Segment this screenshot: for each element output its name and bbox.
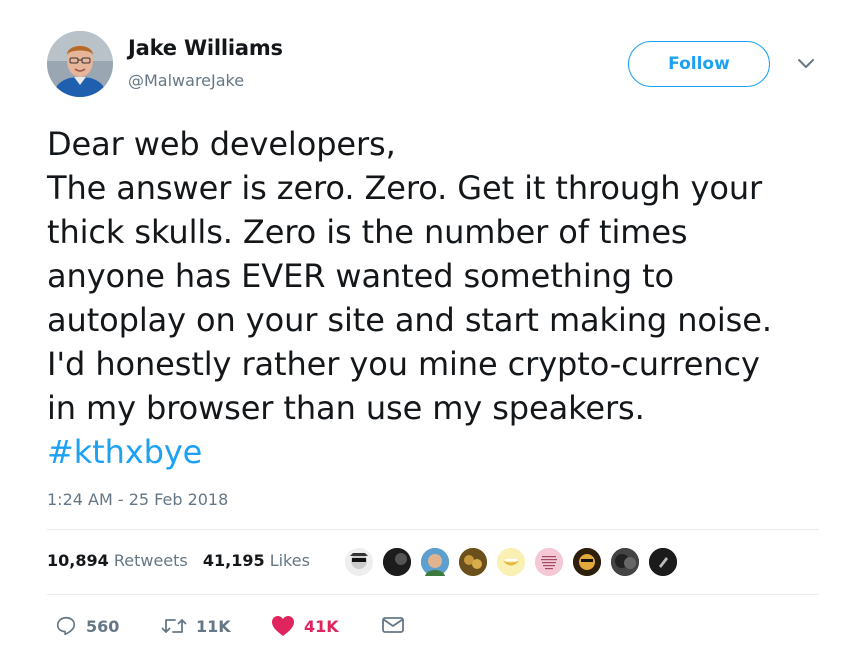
liker-avatar-7-icon [573,548,601,576]
tweet-text: Dear web developers, The answer is zero.… [47,122,847,474]
retweet-icon [161,619,187,633]
divider [47,594,819,595]
liker-avatar[interactable] [647,546,679,578]
likes-count: 41,195 [202,551,265,570]
user-handle[interactable]: @MalwareJake [128,71,244,90]
liker-avatar-1-icon [345,548,373,576]
liker-avatar-6-icon [535,548,563,576]
liker-avatar[interactable] [495,546,527,578]
tweet-timestamp[interactable]: 1:24 AM - 25 Feb 2018 [47,490,228,509]
liker-avatar-8-icon [611,548,639,576]
retweet-count: 11K [196,616,231,636]
profile-photo-icon [47,31,113,97]
liker-avatar-5-icon [497,548,525,576]
envelope-icon [382,617,404,633]
tweet-line: I'd honestly rather you mine crypto-curr… [47,345,760,383]
reply-count: 560 [86,616,120,636]
retweets-count: 10,894 [47,551,109,570]
like-count: 41K [304,616,339,636]
liker-avatar[interactable] [457,546,489,578]
tweet-line: Dear web developers, [47,125,396,163]
liker-avatar-2-icon [383,548,411,576]
retweets-stat[interactable]: 10,894 Retweets [47,551,188,570]
user-name[interactable]: Jake Williams [128,36,283,60]
tweet-line: The answer is zero. Zero. Get it through… [47,169,763,207]
liker-avatar-4-icon [459,548,487,576]
likes-label: Likes [269,551,310,570]
reply-button[interactable]: 560 [55,615,119,637]
liker-avatar-3-icon [421,548,449,576]
liker-avatar[interactable] [381,546,413,578]
divider [47,529,819,530]
tweet-line: thick skulls. Zero is the number of time… [47,213,688,251]
liker-avatar[interactable] [533,546,565,578]
tweet-stats: 10,894 Retweets 41,195 Likes [47,551,320,570]
chevron-down-icon[interactable] [796,56,816,70]
liker-avatar[interactable] [419,546,451,578]
direct-message-button[interactable] [381,615,405,635]
avatar[interactable] [47,31,113,97]
follow-button[interactable]: Follow [628,41,770,87]
tweet-line: in my browser than use my speakers. [47,389,645,427]
heart-icon [272,616,294,636]
hashtag-link[interactable]: #kthxbye [47,430,847,474]
likes-stat[interactable]: 41,195 Likes [203,551,310,570]
reply-icon [56,616,76,636]
tweet-line: autoplay on your site and start making n… [47,301,772,339]
retweet-button[interactable]: 11K [161,615,231,637]
retweets-label: Retweets [113,551,188,570]
liker-avatar-9-icon [649,548,677,576]
like-button[interactable]: 41K [271,615,339,637]
liker-avatar[interactable] [343,546,375,578]
tweet-line: anyone has EVER wanted something to [47,257,675,295]
liker-avatar[interactable] [609,546,641,578]
liker-avatar[interactable] [571,546,603,578]
